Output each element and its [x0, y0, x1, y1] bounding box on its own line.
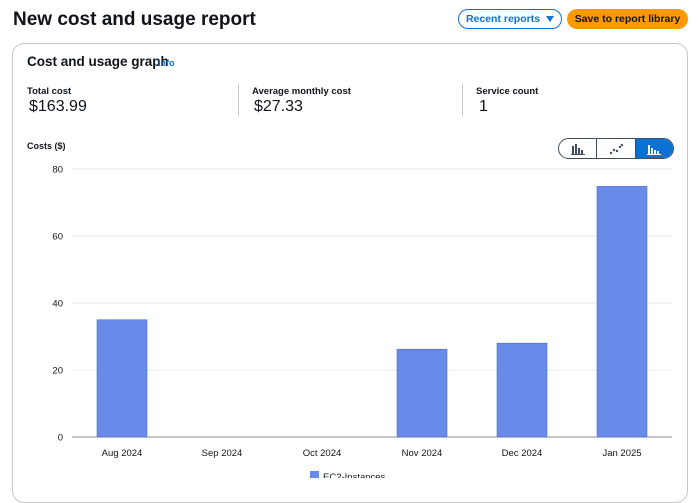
x-tick-label: Aug 2024	[102, 448, 143, 459]
y-tick-label: 80	[52, 165, 63, 176]
x-tick-label: Nov 2024	[402, 448, 443, 459]
bar-dec-2024[interactable]	[496, 342, 548, 438]
legend-label[interactable]: EC2-Instances	[323, 472, 386, 478]
x-tick-label: Oct 2024	[303, 448, 342, 459]
y-tick-label: 0	[58, 433, 63, 444]
bar-nov-2024[interactable]	[396, 348, 448, 438]
y-tick-label: 60	[52, 232, 63, 243]
bar-jan-2025[interactable]	[596, 186, 648, 438]
cost-bar-chart: 0 20 40 60 80 Aug 2024 Sep 2024 Oct 2024 Nov 20…	[52, 165, 672, 478]
bar-aug-2024[interactable]	[96, 319, 148, 438]
x-tick-label: Jan 2025	[602, 448, 641, 459]
x-tick-label: Sep 2024	[202, 448, 243, 459]
legend-swatch	[310, 471, 319, 478]
y-tick-label: 40	[52, 299, 63, 310]
y-tick-label: 20	[52, 366, 63, 377]
x-tick-label: Dec 2024	[502, 448, 543, 459]
